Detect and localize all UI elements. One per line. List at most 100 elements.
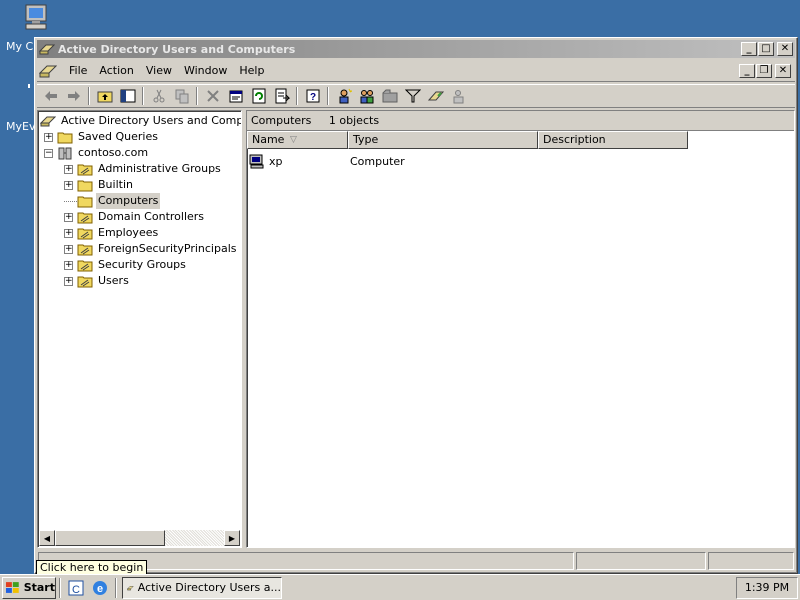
tree-item-administrative-groups[interactable]: + Administrative Groups (64, 161, 223, 177)
console-icon[interactable] (39, 63, 57, 79)
ou-folder-icon (77, 212, 93, 224)
server-manager-icon[interactable]: C (67, 579, 85, 597)
tree-item-label: Computers (96, 193, 161, 209)
tree-item-label: Security Groups (98, 258, 186, 271)
toolbar-separator (327, 87, 329, 105)
toolbar-separator (88, 87, 90, 105)
up-one-level-button[interactable] (93, 85, 116, 107)
filter-icon (404, 89, 421, 103)
delete-button[interactable] (201, 85, 224, 107)
tree-item-label: Domain Controllers (98, 210, 205, 223)
expand-icon[interactable]: + (64, 228, 73, 238)
create-ou-button[interactable] (378, 85, 401, 107)
expand-icon[interactable]: + (64, 164, 73, 174)
close-button[interactable]: ✕ (777, 42, 793, 56)
expand-icon[interactable]: + (64, 212, 73, 222)
ou-folder-icon (77, 228, 93, 240)
collapse-icon[interactable]: − (44, 148, 53, 158)
copy-button[interactable] (170, 85, 193, 107)
toolbar: ? (37, 84, 795, 108)
column-header-name[interactable]: Name ▽ (247, 131, 348, 149)
new-ou-icon (382, 89, 397, 103)
tree-item-domain-controllers[interactable]: + Domain Controllers (64, 209, 206, 225)
details-pane[interactable]: Computers 1 objects Name ▽ Type Descript… (246, 110, 795, 548)
expand-icon[interactable]: + (64, 276, 73, 286)
tree-item-label: Employees (98, 226, 159, 239)
column-headers: Name ▽ Type Description (247, 131, 794, 149)
show-hide-console-tree-button[interactable] (116, 85, 139, 107)
column-header-description[interactable]: Description (538, 131, 688, 149)
mmc-window[interactable]: Active Directory Users and Computers _ □… (34, 37, 798, 574)
list-header-bar: Computers 1 objects (247, 111, 794, 131)
tree-item-users[interactable]: + Users (64, 273, 131, 289)
add-to-group-icon (453, 90, 463, 104)
forward-arrow-icon (67, 91, 80, 101)
ou-folder-icon (77, 244, 93, 256)
create-user-button[interactable] (332, 85, 355, 107)
sort-arrow-icon: ▽ (290, 135, 297, 145)
title-bar[interactable]: Active Directory Users and Computers _ □… (37, 40, 795, 58)
clock[interactable]: 1:39 PM (745, 581, 789, 594)
tree-root[interactable]: Active Directory Users and Computers (40, 113, 242, 129)
tree-item-security-groups[interactable]: + Security Groups (64, 257, 188, 273)
tree-item-saved-queries[interactable]: + Saved Queries (44, 129, 160, 145)
menu-action[interactable]: Action (93, 62, 139, 80)
properties-button[interactable] (224, 85, 247, 107)
domain-icon (58, 147, 72, 160)
minimize-button[interactable]: _ (741, 42, 757, 56)
filter-button[interactable] (401, 85, 424, 107)
expand-icon[interactable]: + (64, 260, 73, 270)
scroll-track[interactable] (165, 530, 224, 546)
child-minimize-button[interactable]: _ (739, 63, 755, 78)
aduc-icon (40, 116, 56, 127)
child-restore-button[interactable]: ❐ (756, 63, 772, 78)
desktop-icon-label[interactable]: MyEv (6, 120, 34, 133)
scroll-left-button[interactable]: ◀ (39, 530, 55, 546)
expand-icon[interactable]: + (64, 180, 73, 190)
scroll-right-button[interactable]: ▶ (224, 530, 240, 546)
tree-item-employees[interactable]: + Employees (64, 225, 160, 241)
tree-item-builtin[interactable]: + Builtin (64, 177, 135, 193)
internet-explorer-icon[interactable]: e (91, 579, 109, 597)
expand-icon[interactable]: + (64, 244, 73, 254)
desktop-icon-my-computer[interactable]: My C (0, 2, 47, 53)
find-button[interactable] (424, 85, 447, 107)
console-tree[interactable]: Active Directory Users and Computers + S… (37, 110, 242, 548)
menu-help[interactable]: Help (233, 62, 270, 80)
my-computer-icon (25, 4, 47, 30)
create-group-button[interactable] (355, 85, 378, 107)
tree-root-label: Active Directory Users and Computers (61, 114, 242, 127)
tree-item-foreignsecurityprincipals[interactable]: + ForeignSecurityPrincipals (64, 241, 239, 257)
child-close-button[interactable]: ✕ (775, 63, 791, 78)
shortcut-icon (28, 84, 32, 88)
refresh-button[interactable] (247, 85, 270, 107)
item-type: Computer (350, 154, 405, 168)
aduc-icon (127, 585, 134, 590)
back-button[interactable] (39, 85, 62, 107)
properties-icon (229, 90, 242, 103)
taskbar-separator (59, 577, 61, 598)
maximize-button[interactable]: □ (758, 42, 774, 56)
column-header-type[interactable]: Type (348, 131, 538, 149)
horizontal-scrollbar[interactable]: ◀ ▶ (39, 530, 240, 546)
back-arrow-icon (44, 91, 57, 101)
system-tray: 1:39 PM (736, 576, 798, 599)
taskbar-separator (115, 577, 117, 598)
list-item[interactable]: xp Computer (247, 151, 794, 171)
refresh-icon (252, 88, 265, 104)
menu-file[interactable]: File (63, 62, 93, 80)
start-button[interactable]: Start (2, 576, 56, 599)
taskbar-button-aduc[interactable]: Active Directory Users a... (122, 576, 282, 599)
expand-icon[interactable]: + (44, 132, 53, 142)
export-list-button[interactable] (270, 85, 293, 107)
menu-window[interactable]: Window (178, 62, 233, 80)
scroll-thumb[interactable] (55, 530, 165, 546)
menu-view[interactable]: View (140, 62, 178, 80)
tree-item-computers[interactable]: Computers (64, 193, 161, 209)
console-tree-icon (120, 89, 135, 103)
forward-button[interactable] (62, 85, 85, 107)
add-to-group-button[interactable] (447, 85, 470, 107)
help-button[interactable]: ? (301, 85, 324, 107)
tree-item-domain[interactable]: − contoso.com (44, 145, 150, 161)
cut-button[interactable] (147, 85, 170, 107)
